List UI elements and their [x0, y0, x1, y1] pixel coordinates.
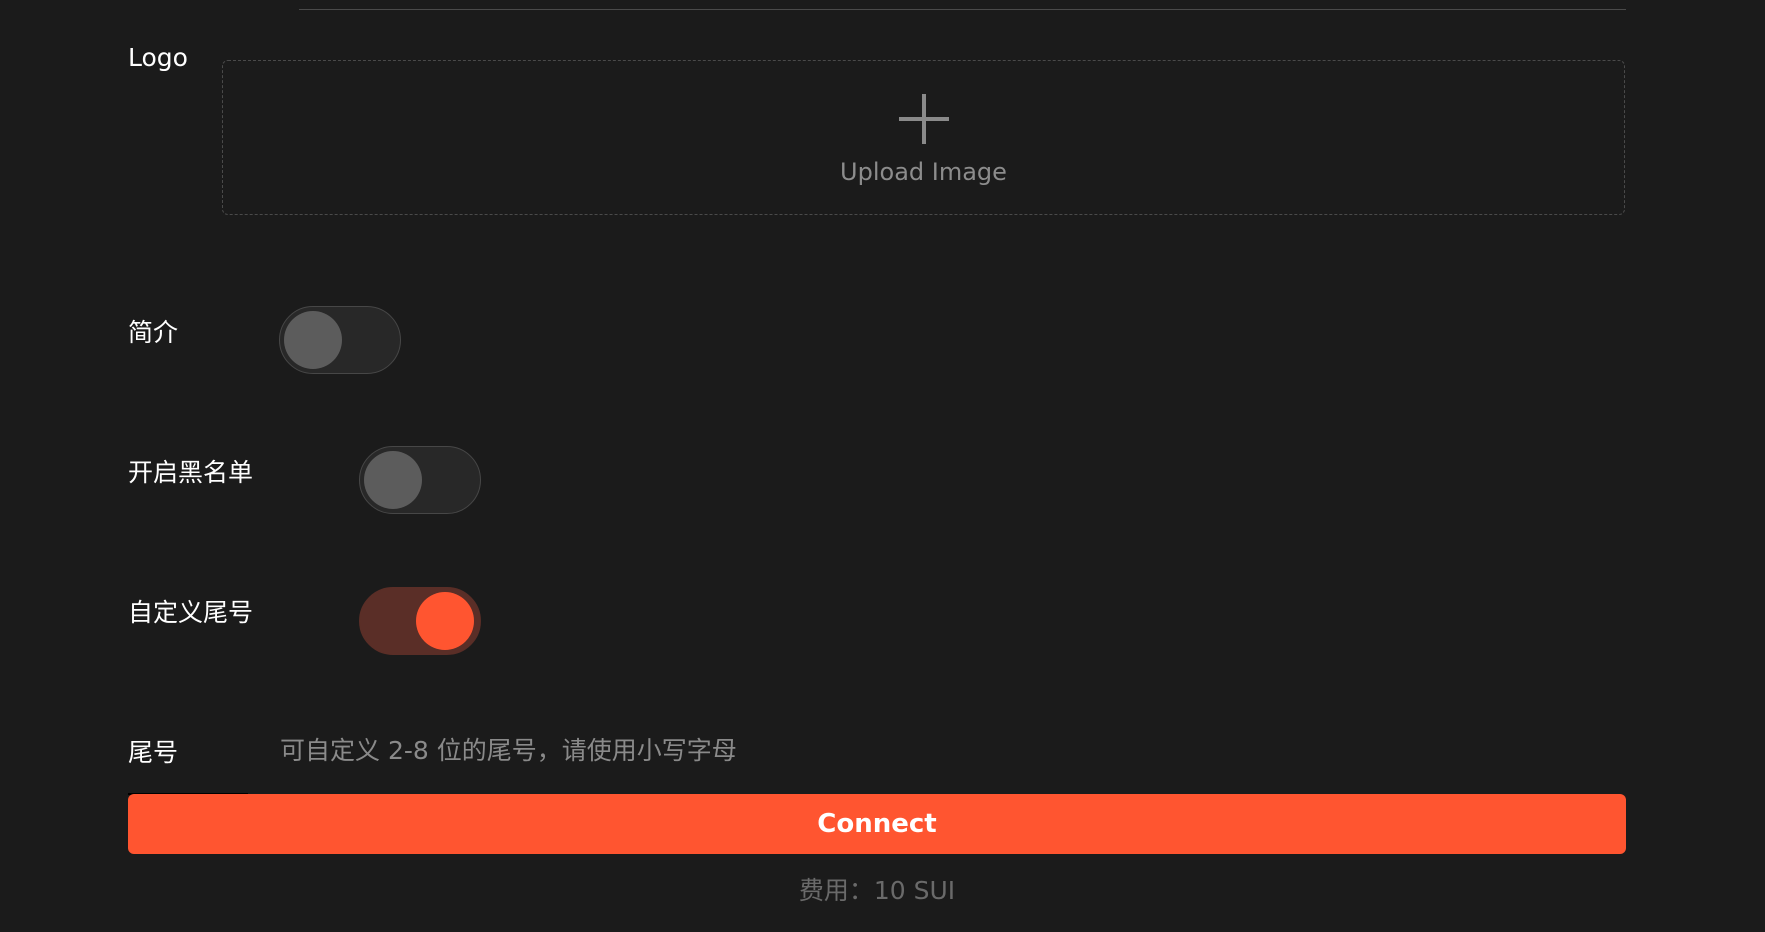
connect-button[interactable]: Connect	[128, 794, 1626, 854]
upload-image-text: Upload Image	[840, 158, 1007, 186]
fee-text: 费用：10 SUI	[798, 876, 956, 905]
blacklist-label: 开启黑名单	[128, 458, 254, 487]
custom-tail-label: 自定义尾号	[128, 598, 254, 627]
tail-input[interactable]	[260, 730, 1626, 770]
logo-upload-area[interactable]: Upload Image	[222, 60, 1625, 215]
plus-icon	[899, 94, 949, 144]
logo-label: Logo	[128, 43, 188, 72]
intro-label: 简介	[128, 318, 179, 347]
top-divider	[299, 9, 1626, 10]
intro-toggle-knob	[284, 311, 342, 369]
intro-toggle[interactable]	[279, 306, 401, 374]
custom-tail-toggle-knob	[416, 592, 474, 650]
custom-tail-toggle[interactable]	[359, 587, 481, 655]
blacklist-toggle-knob	[364, 451, 422, 509]
blacklist-toggle[interactable]	[359, 446, 481, 514]
tail-label: 尾号	[128, 738, 179, 767]
